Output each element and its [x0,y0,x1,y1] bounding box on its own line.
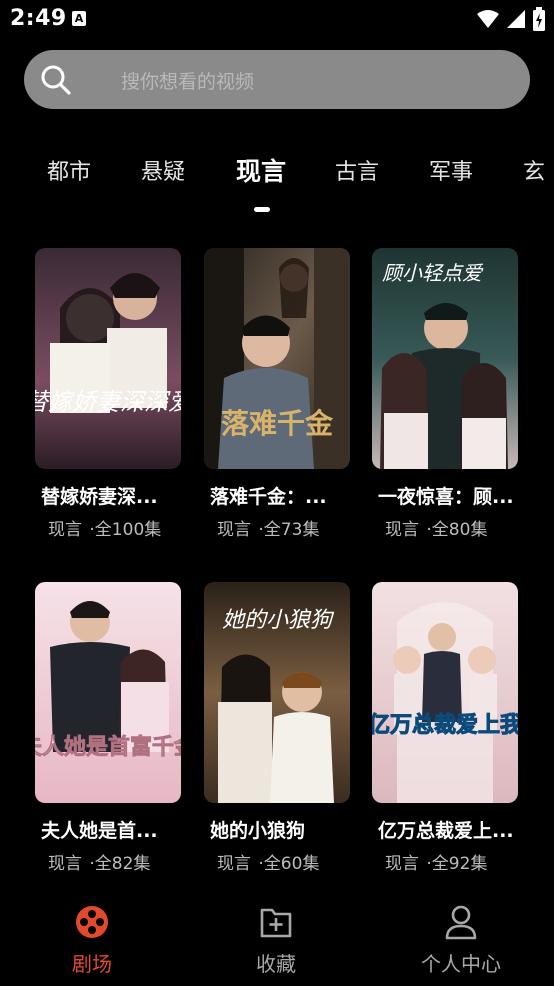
bookmark-add-icon [260,908,292,938]
category-tabs: 都市 悬疑 现言 古言 军事 玄 [0,148,554,218]
film-reel-icon [76,906,108,938]
drama-meta: 现言 ·全100集 [48,515,163,540]
poster-title-text: 落难千金 [221,407,334,440]
poster-title-text: 夫人她是首富千金 [35,734,181,760]
status-icons [476,7,546,31]
drama-poster[interactable]: 夫人她是首富千金 [35,582,181,803]
tab-xuanyi[interactable]: 悬疑 [141,154,185,186]
poster-title-text: 顾小轻点爱 [382,261,484,285]
drama-episodes: ·全92集 [426,854,488,874]
drama-genre: 现言 [48,854,82,874]
drama-title[interactable]: 落难千金：... [210,482,370,509]
drama-meta: 现言 ·全92集 [385,849,489,874]
user-icon [445,905,477,940]
tab-guyan[interactable]: 古言 [335,154,379,186]
signal-icon [507,10,525,28]
drama-poster[interactable]: 顾小轻点爱 [372,248,518,469]
battery-icon [533,7,545,31]
drama-title[interactable]: 亿万总裁爱上... [378,816,538,843]
tab-active-indicator [254,207,270,212]
poster-title-text: 替嫁娇妻深深爱 [35,388,181,416]
drama-episodes: ·全100集 [89,520,162,540]
drama-card[interactable]: 夫人她是首富千金 夫人她是首... 现言 ·全82集 [35,582,181,874]
search-icon [41,65,71,95]
drama-meta: 现言 ·全80集 [385,515,489,540]
drama-card[interactable]: 顾小轻点爱 一夜惊喜：顾... 现言 ·全80集 [372,248,518,540]
nav-label: 个人中心 [421,952,501,976]
drama-title[interactable]: 替嫁娇妻深... [41,482,201,509]
search-bar[interactable]: 搜你想看的视频 [24,50,530,109]
drama-meta: 现言 ·全82集 [48,849,152,874]
bottom-nav: 剧场 收藏 个人中心 [0,898,554,986]
nav-label: 收藏 [256,952,296,976]
drama-poster[interactable]: 她的小狼狗 [204,582,350,803]
nav-label: 剧场 [72,952,112,976]
drama-meta: 现言 ·全60集 [217,849,321,874]
drama-poster[interactable]: 亿万总裁爱上我 [372,582,518,803]
nav-profile[interactable]: 个人中心 [401,898,521,986]
drama-card[interactable]: 替嫁娇妻深深爱 替嫁娇妻深... 现言 ·全100集 [35,248,181,540]
drama-genre: 现言 [217,854,251,874]
tab-xianyan[interactable]: 现言 [236,152,286,188]
status-bar: 2:49 A [0,0,554,40]
drama-episodes: ·全80集 [426,520,488,540]
tab-xuan[interactable]: 玄 [523,154,545,186]
notification-icon: A [72,11,86,26]
nav-favorites[interactable]: 收藏 [216,898,336,986]
poster-title-text: 她的小狼狗 [222,608,335,633]
drama-title[interactable]: 一夜惊喜：顾... [378,482,538,509]
tab-dushi[interactable]: 都市 [47,154,91,186]
poster-title-text: 亿万总裁爱上我 [372,712,518,738]
drama-title[interactable]: 夫人她是首... [41,816,201,843]
status-time: 2:49 [10,6,67,31]
drama-poster[interactable]: 落难千金 [204,248,350,469]
drama-genre: 现言 [217,520,251,540]
drama-episodes: ·全73集 [258,520,320,540]
drama-card[interactable]: 亿万总裁爱上我 亿万总裁爱上... 现言 ·全92集 [372,582,518,874]
drama-genre: 现言 [385,854,419,874]
drama-card[interactable]: 落难千金 落难千金：... 现言 ·全73集 [204,248,350,540]
nav-theater[interactable]: 剧场 [32,898,152,986]
search-input[interactable]: 搜你想看的视频 [121,67,254,94]
tab-junshi[interactable]: 军事 [429,154,473,186]
drama-meta: 现言 ·全73集 [217,515,321,540]
drama-episodes: ·全82集 [89,854,151,874]
drama-poster[interactable]: 替嫁娇妻深深爱 [35,248,181,469]
drama-genre: 现言 [385,520,419,540]
drama-episodes: ·全60集 [258,854,320,874]
drama-genre: 现言 [48,520,82,540]
wifi-icon [477,10,499,28]
drama-card[interactable]: 她的小狼狗 她的小狼狗 现言 ·全60集 [204,582,350,874]
drama-title[interactable]: 她的小狼狗 [210,816,370,843]
